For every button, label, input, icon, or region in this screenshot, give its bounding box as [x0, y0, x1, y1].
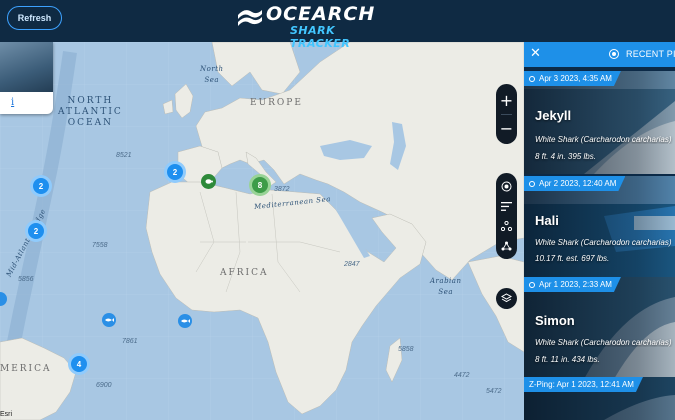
app-header: Refresh OCEARCH SHARK TRACKER	[0, 0, 675, 50]
depth-label: 7558	[92, 242, 108, 249]
shark-pin-icon[interactable]	[178, 314, 192, 328]
radio-icon[interactable]	[609, 49, 619, 59]
ping-date: Apr 1 2023, 2:33 AM	[539, 280, 612, 289]
shark-photo	[0, 42, 53, 92]
ping-date: Z-Ping: Apr 1 2023, 12:41 AM	[529, 380, 634, 389]
shark-size: 8 ft. 4 in. 395 lbs.	[535, 152, 596, 161]
list-button[interactable]	[496, 195, 517, 217]
zoom-out-button[interactable]: −	[496, 115, 517, 141]
shark-pin-icon[interactable]	[102, 313, 116, 327]
zoom-in-button[interactable]: +	[496, 87, 517, 113]
zoom-control: + −	[496, 84, 517, 144]
ping-card-jekyll[interactable]: Apr 3 2023, 4:35 AM Jekyll White Shark (…	[524, 71, 675, 174]
share-button[interactable]	[496, 235, 517, 257]
depth-label: 2847	[344, 261, 360, 268]
shark-name[interactable]: Hali	[535, 213, 559, 228]
ping-date: Apr 3 2023, 4:35 AM	[539, 74, 612, 83]
shark-species: White Shark (Carcharodon carcharias)	[535, 135, 672, 144]
list-icon	[501, 201, 512, 211]
shark-popup[interactable]: i	[0, 42, 53, 114]
label-north-sea: North Sea	[200, 65, 224, 84]
shark-cluster-marker[interactable]: 8	[249, 174, 271, 196]
shark-name[interactable]: Jekyll	[535, 108, 571, 123]
close-icon[interactable]: ✕	[530, 46, 541, 61]
track-icon	[501, 221, 512, 231]
map-tools-control	[496, 173, 517, 259]
panel-title: RECENT PINGS	[626, 49, 675, 59]
ocearch-logo[interactable]: OCEARCH SHARK TRACKER	[236, 3, 386, 50]
panel-header: ✕ RECENT PINGS	[524, 42, 675, 67]
ping-date-tag: Z-Ping: Apr 1 2023, 12:41 AM	[524, 377, 643, 392]
share-icon	[501, 241, 512, 251]
shark-species: White Shark (Carcharodon carcharias)	[535, 338, 672, 347]
shark-cluster-marker[interactable]: 4	[68, 353, 90, 375]
shark-name[interactable]: Simon	[535, 313, 575, 328]
shark-size: 10.17 ft. est. 697 lbs.	[535, 254, 610, 263]
depth-label: 8521	[116, 152, 132, 159]
shark-cluster-marker[interactable]: 2	[30, 175, 52, 197]
depth-label: 5858	[398, 346, 414, 353]
refresh-button[interactable]: Refresh	[7, 6, 62, 30]
label-america: MERICA	[0, 364, 52, 374]
depth-label: 5856	[18, 276, 34, 283]
ping-date-tag: Apr 2 2023, 12:40 AM	[524, 176, 625, 191]
info-link[interactable]: i	[11, 97, 14, 108]
map-attribution[interactable]: Esri	[0, 411, 12, 418]
shark-size: 8 ft. 11 in. 434 lbs.	[535, 355, 600, 364]
layers-button[interactable]	[496, 288, 517, 309]
layers-icon	[501, 293, 512, 303]
ping-date: Apr 2 2023, 12:40 AM	[539, 179, 617, 188]
wave-logo-icon	[238, 10, 262, 26]
ping-card-simon[interactable]: Apr 1 2023, 2:33 AM Simon White Shark (C…	[524, 277, 675, 379]
shark-cluster-marker[interactable]: 2	[25, 220, 47, 242]
label-europe: EUROPE	[250, 98, 303, 108]
track-button[interactable]	[496, 215, 517, 237]
label-arabian-sea: Arabian Sea	[430, 277, 462, 296]
locate-icon	[501, 181, 512, 191]
depth-label: 5472	[486, 388, 502, 395]
label-africa: AFRICA	[220, 268, 269, 278]
logo-subtitle: SHARK TRACKER	[290, 24, 351, 50]
turtle-pin-icon[interactable]	[201, 174, 216, 189]
logo-title: OCEARCH	[266, 3, 376, 25]
locate-button[interactable]	[496, 175, 517, 197]
depth-label: 4472	[454, 372, 470, 379]
depth-label: 3872	[274, 186, 290, 193]
map-canvas[interactable]: North Sea EUROPE NORTH ATLANTIC OCEAN AF…	[0, 42, 524, 420]
depth-label: 6900	[96, 382, 112, 389]
shark-species: White Shark (Carcharodon carcharias)	[535, 238, 672, 247]
shark-cluster-marker[interactable]: 2	[164, 161, 186, 183]
depth-label: 7861	[122, 338, 138, 345]
ping-card-zping[interactable]: Z-Ping: Apr 1 2023, 12:41 AM	[524, 377, 675, 420]
ping-date-tag: Apr 1 2023, 2:33 AM	[524, 277, 621, 292]
ping-date-tag: Apr 3 2023, 4:35 AM	[524, 71, 621, 86]
label-north-atlantic: NORTH ATLANTIC OCEAN	[58, 96, 123, 128]
recent-pings-panel: ✕ RECENT PINGS Apr 3 2023, 4:35 AM Jekyl…	[524, 42, 675, 420]
ping-card-hali[interactable]: Apr 2 2023, 12:40 AM Hali White Shark (C…	[524, 176, 675, 279]
